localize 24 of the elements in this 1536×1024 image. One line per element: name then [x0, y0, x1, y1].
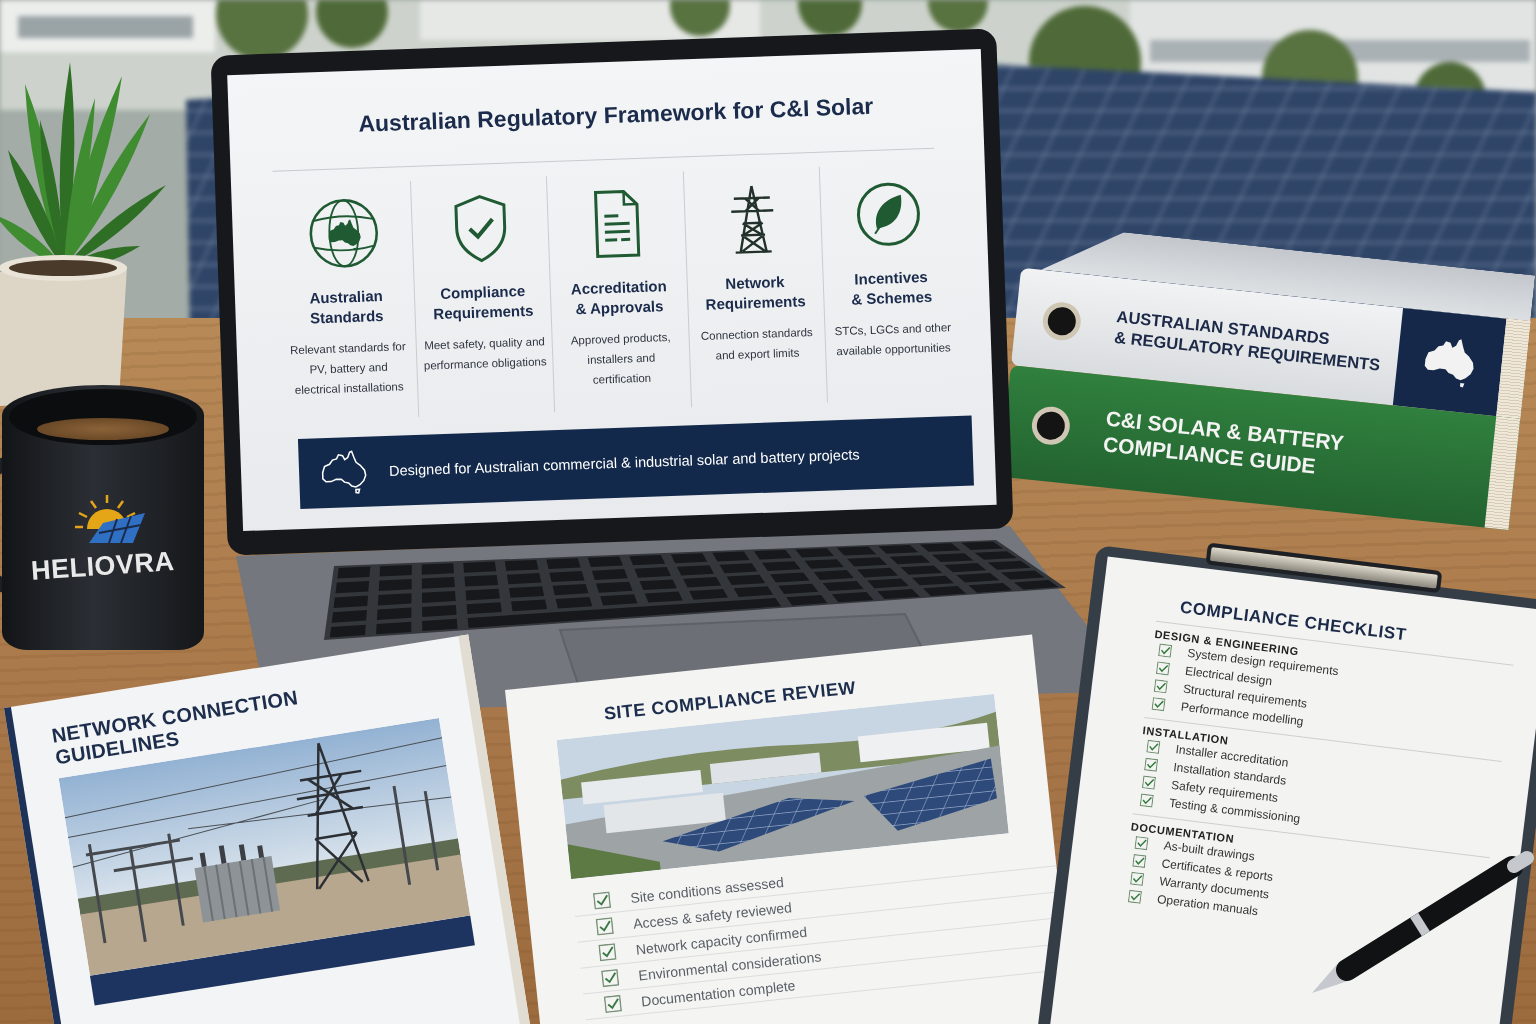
pillar-description: Relevant standards for PV, battery and electrical installations	[288, 338, 407, 398]
pillar-description: Meet safety, quality and performance obligations	[422, 333, 548, 374]
checklist-item: Site conditions assessed	[629, 873, 785, 906]
pillar-heading: Australian Standards	[309, 286, 384, 329]
slide-title: Australian Regulatory Framework for C&I Solar	[357, 92, 874, 138]
pillar-description: Connection standards and export limits	[699, 324, 814, 364]
tree	[928, 0, 988, 32]
sheet-title: SITE COMPLIANCE REVIEW	[603, 676, 858, 725]
binder-title: AUSTRALIAN STANDARDS & REGULATORY REQUIREMENTS	[1113, 306, 1383, 376]
tree	[316, 0, 388, 48]
tree	[670, 0, 730, 36]
leaf-icon	[854, 180, 923, 249]
mug-brand-text: HELIOVRA	[30, 546, 176, 587]
pillar-heading: Compliance Requirements	[432, 281, 534, 325]
tree	[798, 0, 862, 36]
pillar-heading: Network Requirements	[704, 272, 806, 315]
pillar-heading: Accreditation & Approvals	[570, 276, 668, 320]
banner-text: Designed for Australian commercial & industrial solar and battery projects	[388, 446, 860, 479]
binder-title: C&I SOLAR & BATTERY COMPLIANCE GUIDE	[1101, 405, 1347, 480]
sun-solar-panel-icon	[73, 493, 147, 545]
pillar-heading: Incentives & Schemes	[850, 267, 933, 310]
australia-outline-icon	[320, 449, 368, 496]
pillar-description: STCs, LGCs and other available opportunities	[833, 319, 953, 359]
pillar-description: Approved products, installers and certification	[569, 329, 672, 388]
